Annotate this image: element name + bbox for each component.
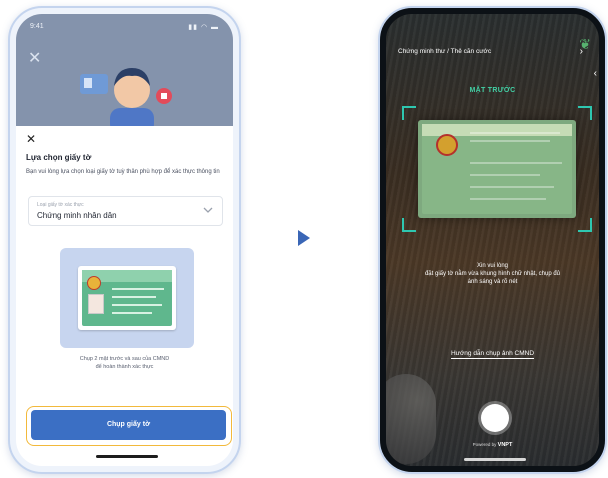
hint-line-3: ánh sáng và rõ nét bbox=[467, 279, 518, 285]
emblem-icon bbox=[87, 276, 101, 290]
capture-guide-link-row: Hướng dẫn chụp ảnh CMND bbox=[386, 350, 599, 359]
panel-caption-2: để hoàn thành xác thực bbox=[95, 364, 154, 370]
capture-hint: Xin vui lòng đặt giấy tờ nằm vừa khung h… bbox=[386, 262, 599, 286]
sheet-title: Lựa chọn giấy tờ bbox=[26, 153, 92, 162]
right-phone-frame: ❦ Chứng minh thư / Thẻ căn cước › ‹ MẶT … bbox=[378, 6, 607, 474]
powered-by: Powered by VNPT bbox=[386, 442, 599, 448]
camera-screen: ❦ Chứng minh thư / Thẻ căn cước › ‹ MẶT … bbox=[386, 14, 599, 466]
header-background: 9:41 ▮▮ ◠ ▬ ✕ bbox=[16, 14, 233, 132]
status-time: 9:41 bbox=[30, 23, 44, 30]
shutter-button[interactable] bbox=[481, 404, 509, 432]
select-label: Loại giấy tờ xác thực bbox=[37, 202, 84, 208]
frame-corner bbox=[402, 218, 416, 232]
person-illustration bbox=[80, 68, 172, 132]
frame-corner bbox=[578, 218, 592, 232]
comparison-stage: 9:41 ▮▮ ◠ ▬ ✕ ✕ Lựa chọn giấy tờ Bạn vui… bbox=[0, 0, 608, 478]
status-icons: ▮▮ ◠ ▬ bbox=[188, 24, 219, 31]
close-icon[interactable]: ✕ bbox=[26, 132, 36, 146]
select-value: Chứng minh nhân dân bbox=[37, 211, 117, 220]
document-type-select[interactable]: Loại giấy tờ xác thực Chứng minh nhân dâ… bbox=[28, 196, 223, 226]
frame-corner bbox=[402, 106, 416, 120]
sheet-description: Bạn vui lòng lựa chọn loại giấy tờ tuỳ t… bbox=[26, 169, 220, 175]
camera-title: Chứng minh thư / Thẻ căn cước bbox=[398, 48, 492, 55]
vnpt-logo: VNPT bbox=[497, 442, 513, 448]
capture-document-button[interactable]: Chụp giấy tờ bbox=[31, 410, 226, 440]
side-tab-icon[interactable]: ‹ bbox=[594, 68, 597, 79]
id-card-preview-panel bbox=[60, 248, 194, 348]
scan-frame bbox=[402, 106, 592, 232]
scanned-id-card bbox=[418, 120, 576, 218]
emblem-icon bbox=[436, 134, 458, 156]
left-phone-frame: 9:41 ▮▮ ◠ ▬ ✕ ✕ Lựa chọn giấy tờ Bạn vui… bbox=[8, 6, 241, 474]
home-indicator bbox=[464, 458, 526, 461]
frame-corner bbox=[578, 106, 592, 120]
chevron-right-icon[interactable]: › bbox=[580, 46, 583, 57]
play-arrow-icon bbox=[298, 230, 310, 246]
left-phone-screen: 9:41 ▮▮ ◠ ▬ ✕ ✕ Lựa chọn giấy tờ Bạn vui… bbox=[16, 14, 233, 466]
home-indicator bbox=[96, 455, 158, 458]
portrait-icon bbox=[88, 294, 104, 314]
id-card-illustration bbox=[78, 266, 176, 330]
hint-line-2: đặt giấy tờ nằm vừa khung hình chữ nhật,… bbox=[424, 271, 561, 277]
powered-by-text: Powered by bbox=[472, 442, 497, 447]
hint-line-1: Xin vui lòng bbox=[476, 263, 509, 269]
hand-shadow bbox=[386, 374, 436, 464]
capture-guide-link[interactable]: Hướng dẫn chụp ảnh CMND bbox=[450, 350, 535, 359]
chevron-down-icon bbox=[203, 207, 213, 213]
close-icon[interactable]: ✕ bbox=[28, 48, 41, 68]
panel-caption-1: Chụp 2 mặt trước và sau của CMND bbox=[79, 356, 170, 362]
card-side-label: MẶT TRƯỚC bbox=[469, 87, 516, 94]
